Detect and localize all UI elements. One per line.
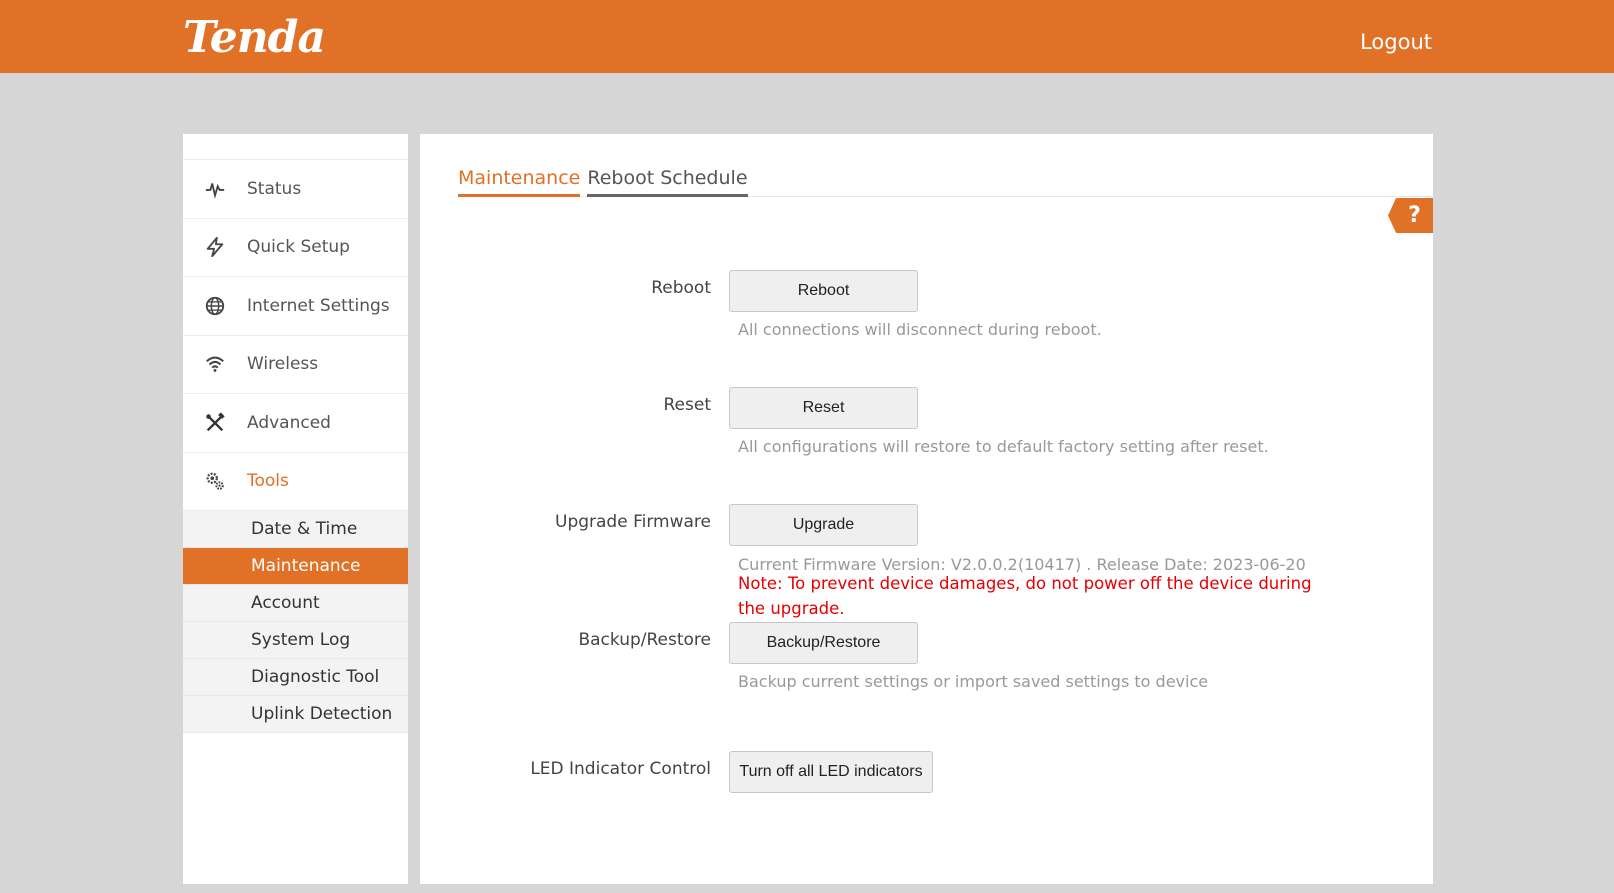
submenu-item-diagnostic-tool[interactable]: Diagnostic Tool — [183, 659, 408, 696]
tools-cross-icon — [204, 412, 226, 434]
lightning-icon — [204, 236, 226, 258]
turn-off-led-button[interactable]: Turn off all LED indicators — [729, 751, 933, 793]
submenu-item-system-log[interactable]: System Log — [183, 622, 408, 659]
reboot-hint: All connections will disconnect during r… — [738, 320, 1102, 339]
sidebar: Status Quick Setup Internet Settings Wir… — [183, 134, 408, 884]
sidebar-item-label: Wireless — [247, 354, 319, 375]
logout-link[interactable]: Logout — [1360, 28, 1432, 56]
backup-restore-button[interactable]: Backup/Restore — [729, 622, 918, 664]
sidebar-item-advanced[interactable]: Advanced — [183, 394, 408, 453]
sidebar-item-label: Tools — [247, 471, 289, 492]
submenu-item-maintenance[interactable]: Maintenance — [183, 548, 408, 585]
backup-restore-label: Backup/Restore — [578, 630, 711, 650]
sidebar-item-quick-setup[interactable]: Quick Setup — [183, 219, 408, 277]
pulse-icon — [204, 178, 226, 200]
submenu-item-uplink-detection[interactable]: Uplink Detection — [183, 696, 408, 733]
sidebar-item-label: Advanced — [247, 412, 331, 433]
globe-icon — [204, 295, 226, 317]
sidebar-item-label: Internet Settings — [247, 295, 390, 316]
reset-label: Reset — [663, 395, 712, 415]
sidebar-item-status[interactable]: Status — [183, 160, 408, 219]
gears-icon — [204, 470, 226, 492]
reset-hint: All configurations will restore to defau… — [738, 437, 1269, 456]
led-indicator-label: LED Indicator Control — [530, 759, 711, 779]
upgrade-button[interactable]: Upgrade — [729, 504, 918, 546]
sidebar-spacer — [183, 134, 408, 160]
tab-bar: Maintenance Reboot Schedule — [458, 164, 1433, 197]
sidebar-item-wireless[interactable]: Wireless — [183, 336, 408, 394]
tab-maintenance[interactable]: Maintenance — [458, 164, 581, 197]
wifi-icon — [204, 353, 226, 375]
main-panel: Maintenance Reboot Schedule ? Reboot Reb… — [420, 134, 1433, 884]
reboot-label: Reboot — [651, 278, 711, 298]
tenda-logo: Tenda — [183, 12, 326, 63]
sidebar-item-tools[interactable]: Tools — [183, 453, 408, 511]
sidebar-item-label: Status — [247, 178, 302, 199]
sidebar-item-label: Quick Setup — [247, 237, 350, 258]
submenu-item-account[interactable]: Account — [183, 585, 408, 622]
top-header: Tenda Logout — [0, 0, 1614, 73]
help-button[interactable]: ? — [1388, 198, 1433, 233]
backup-restore-hint: Backup current settings or import saved … — [738, 672, 1209, 691]
tab-reboot-schedule[interactable]: Reboot Schedule — [587, 164, 748, 197]
tools-submenu: Date & Time Maintenance Account System L… — [183, 511, 408, 733]
upgrade-warning-note: Note: To prevent device damages, do not … — [738, 574, 1312, 618]
reboot-button[interactable]: Reboot — [729, 270, 918, 312]
submenu-item-date-time[interactable]: Date & Time — [183, 511, 408, 548]
upgrade-firmware-label: Upgrade Firmware — [555, 512, 711, 532]
sidebar-item-internet-settings[interactable]: Internet Settings — [183, 277, 408, 336]
reset-button[interactable]: Reset — [729, 387, 918, 429]
